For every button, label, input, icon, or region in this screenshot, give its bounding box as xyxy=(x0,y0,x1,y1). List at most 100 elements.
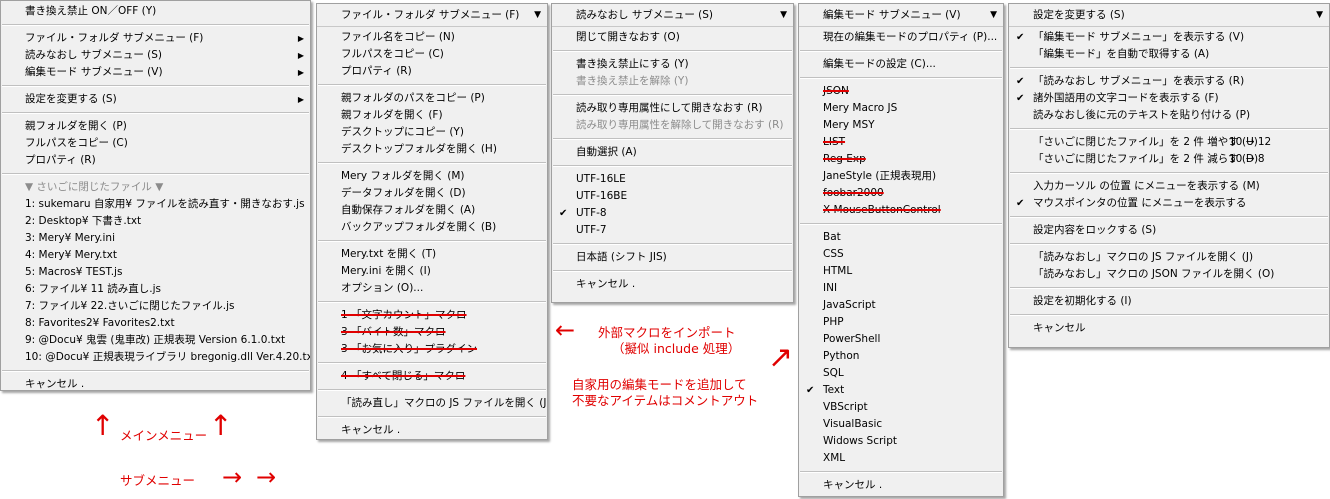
menu-item-main-menu-9[interactable]: フルパスをコピー (C) xyxy=(1,135,310,152)
menu-item-settings-menu-3[interactable]: ✔ 「読みなおし サブメニュー」を表示する (R) xyxy=(1009,73,1329,90)
menu-item-main-menu-4[interactable]: 編集モード サブメニュー (V) ▶ xyxy=(1,64,310,81)
menu-item-mode-menu-15[interactable]: HTML xyxy=(799,263,1003,280)
menu-item-label: 読み取り専用属性を解除して開きなおす (R) xyxy=(576,119,784,131)
menu-item-reload-menu-0[interactable]: 閉じて開きなおす (O) xyxy=(552,29,793,46)
menu-item-main-menu-18[interactable]: 6: ファイル¥ 11 読み直し.js xyxy=(1,281,310,298)
menu-item-mode-menu-16[interactable]: INI xyxy=(799,280,1003,297)
menu-item-settings-menu-0[interactable]: ✔ 「編集モード サブメニュー」を表示する (V) xyxy=(1009,29,1329,46)
menu-item-mode-menu-17[interactable]: JavaScript xyxy=(799,297,1003,314)
menu-item-settings-menu-15[interactable]: 「読みなおし」マクロの JS ファイルを開く (J) xyxy=(1009,249,1329,266)
menu-item-main-menu-13[interactable]: 1: sukemaru 自家用¥ ファイルを読み直す・開きなおす.js xyxy=(1,196,310,213)
menu-item-label: デスクトップフォルダを開く (H) xyxy=(341,143,497,155)
menu-separator xyxy=(318,389,546,391)
menu-item-file-menu-4[interactable]: 親フォルダのパスをコピー (P) xyxy=(317,90,547,107)
menu-item-reload-menu-17[interactable]: キャンセル . xyxy=(552,276,793,293)
menu-item-settings-menu-8[interactable]: 「さいごに閉じたファイル」を 2 件 減らす (D) 10 → 8 xyxy=(1009,151,1329,168)
menu-separator xyxy=(1010,67,1328,69)
menu-item-label: 「読みなおし」マクロの JS ファイルを開く (J) xyxy=(1033,251,1254,263)
menu-item-reload-menu-2[interactable]: 書き換え禁止にする (Y) xyxy=(552,56,793,73)
menu-item-main-menu-10[interactable]: プロパティ (R) xyxy=(1,152,310,169)
menu-item-settings-menu-1[interactable]: 「編集モード」を自動で取得する (A) xyxy=(1009,46,1329,63)
menu-item-file-menu-19[interactable]: 3 「バイト数」マクロ xyxy=(317,324,547,341)
menu-item-reload-menu-13[interactable]: UTF-7 xyxy=(552,222,793,239)
menu-item-settings-menu-18[interactable]: 設定を初期化する (I) xyxy=(1009,293,1329,310)
menu-item-file-menu-14[interactable]: Mery.txt を開く (T) xyxy=(317,246,547,263)
menu-item-main-menu-24[interactable]: キャンセル . xyxy=(1,376,310,393)
menu-item-mode-menu-7[interactable]: LIST xyxy=(799,134,1003,151)
menu-item-mode-menu-2[interactable]: 編集モードの設定 (C)... xyxy=(799,56,1003,73)
menu-item-settings-menu-13[interactable]: 設定内容をロックする (S) xyxy=(1009,222,1329,239)
file-folder-submenu-title[interactable]: ファイル・フォルダ サブメニュー (F) ▼ xyxy=(317,4,547,27)
menu-item-main-menu-22[interactable]: 10: @Docu¥ 正規表現ライブラリ bregonig.dll Ver.4.… xyxy=(1,349,310,366)
menu-item-mode-menu-19[interactable]: PowerShell xyxy=(799,331,1003,348)
menu-item-file-menu-11[interactable]: 自動保存フォルダを開く (A) xyxy=(317,202,547,219)
menu-item-file-menu-10[interactable]: データフォルダを開く (D) xyxy=(317,185,547,202)
menu-item-settings-menu-10[interactable]: 入力カーソル の位置 にメニューを表示する (M) xyxy=(1009,178,1329,195)
menu-item-settings-menu-11[interactable]: ✔ マウスポインタの位置 にメニューを表示する xyxy=(1009,195,1329,212)
reload-submenu-title[interactable]: 読みなおし サブメニュー (S) ▼ xyxy=(552,4,793,27)
menu-item-mode-menu-9[interactable]: JaneStyle (正規表現用) xyxy=(799,168,1003,185)
menu-item-settings-menu-20[interactable]: キャンセル xyxy=(1009,320,1329,337)
menu-item-file-menu-5[interactable]: 親フォルダを開く (F) xyxy=(317,107,547,124)
menu-item-mode-menu-21[interactable]: SQL xyxy=(799,365,1003,382)
menu-item-mode-menu-8[interactable]: Reg Exp xyxy=(799,151,1003,168)
menu-item-file-menu-18[interactable]: 1 「文字カウント」マクロ xyxy=(317,307,547,324)
menu-item-settings-menu-5[interactable]: 読みなおし後に元のテキストを貼り付ける (P) xyxy=(1009,107,1329,124)
settings-submenu-title[interactable]: 設定を変更する (S) ▼ xyxy=(1009,4,1329,27)
menu-item-mode-menu-5[interactable]: Mery Macro JS xyxy=(799,100,1003,117)
menu-item-main-menu-0[interactable]: 書き換え禁止 ON／OFF (Y) xyxy=(1,3,310,20)
menu-item-file-menu-6[interactable]: デスクトップにコピー (Y) xyxy=(317,124,547,141)
menu-item-mode-menu-6[interactable]: Mery MSY xyxy=(799,117,1003,134)
menu-item-main-menu-21[interactable]: 9: @Docu¥ 鬼雲 (鬼車改) 正規表現 Version 6.1.0.tx… xyxy=(1,332,310,349)
menu-item-mode-menu-25[interactable]: Widows Script xyxy=(799,433,1003,450)
menu-item-main-menu-16[interactable]: 4: Mery¥ Mery.txt xyxy=(1,247,310,264)
menu-item-label: 設定を変更する (S) xyxy=(25,93,117,105)
menu-item-file-menu-24[interactable]: 「読み直し」マクロの JS ファイルを開く (J) xyxy=(317,395,547,412)
menu-item-mode-menu-28[interactable]: キャンセル . xyxy=(799,477,1003,494)
menu-item-mode-menu-22[interactable]: ✔ Text xyxy=(799,382,1003,399)
menu-item-file-menu-7[interactable]: デスクトップフォルダを開く (H) xyxy=(317,141,547,158)
menu-item-reload-menu-12[interactable]: ✔ UTF-8 xyxy=(552,205,793,222)
menu-item-main-menu-20[interactable]: 8: Favorites2¥ Favorites2.txt xyxy=(1,315,310,332)
menu-item-mode-menu-24[interactable]: VisualBasic xyxy=(799,416,1003,433)
menu-item-main-menu-6[interactable]: 設定を変更する (S) ▶ xyxy=(1,91,310,108)
menu-item-main-menu-8[interactable]: 親フォルダを開く (P) xyxy=(1,118,310,135)
menu-item-main-menu-17[interactable]: 5: Macros¥ TEST.js xyxy=(1,264,310,281)
menu-item-mode-menu-11[interactable]: X MouseButtonControl xyxy=(799,202,1003,219)
menu-item-mode-menu-10[interactable]: foobar2000 xyxy=(799,185,1003,202)
menu-item-settings-menu-7[interactable]: 「さいごに閉じたファイル」を 2 件 増やす (U) 10 → 12 xyxy=(1009,134,1329,151)
menu-item-settings-menu-16[interactable]: 「読みなおし」マクロの JSON ファイルを開く (O) xyxy=(1009,266,1329,283)
menu-item-reload-menu-11[interactable]: UTF-16BE xyxy=(552,188,793,205)
menu-item-file-menu-0[interactable]: ファイル名をコピー (N) xyxy=(317,29,547,46)
menu-item-mode-menu-13[interactable]: Bat xyxy=(799,229,1003,246)
menu-item-reload-menu-15[interactable]: 日本語 (シフト JIS) xyxy=(552,249,793,266)
menu-item-mode-menu-23[interactable]: VBScript xyxy=(799,399,1003,416)
menu-item-file-menu-9[interactable]: Mery フォルダを開く (M) xyxy=(317,168,547,185)
menu-item-label: プロパティ (R) xyxy=(25,154,96,166)
menu-item-mode-menu-14[interactable]: CSS xyxy=(799,246,1003,263)
edit-mode-submenu-title[interactable]: 編集モード サブメニュー (V) ▼ xyxy=(799,4,1003,27)
menu-item-file-menu-12[interactable]: バックアップフォルダを開く (B) xyxy=(317,219,547,236)
main-menu: 書き換え禁止 ON／OFF (Y) ファイル・フォルダ サブメニュー (F) ▶ 読み… xyxy=(0,0,311,391)
menu-item-file-menu-2[interactable]: プロパティ (R) xyxy=(317,63,547,80)
menu-item-reload-menu-5[interactable]: 読み取り専用属性にして開きなおす (R) xyxy=(552,100,793,117)
menu-item-file-menu-20[interactable]: 3 「お気に入り」プラグイン xyxy=(317,341,547,358)
menu-item-settings-menu-4[interactable]: ✔ 諸外国語用の文字コードを表示する (F) xyxy=(1009,90,1329,107)
menu-item-reload-menu-10[interactable]: UTF-16LE xyxy=(552,171,793,188)
menu-item-mode-menu-26[interactable]: XML xyxy=(799,450,1003,467)
menu-item-main-menu-3[interactable]: 読みなおし サブメニュー (S) ▶ xyxy=(1,47,310,64)
menu-item-main-menu-14[interactable]: 2: Desktop¥ 下書き.txt xyxy=(1,213,310,230)
menu-item-reload-menu-8[interactable]: 自動選択 (A) xyxy=(552,144,793,161)
menu-item-main-menu-15[interactable]: 3: Mery¥ Mery.ini xyxy=(1,230,310,247)
menu-item-file-menu-22[interactable]: 4 「すべて閉じる」マクロ xyxy=(317,368,547,385)
menu-item-mode-menu-4[interactable]: JSON xyxy=(799,83,1003,100)
menu-item-main-menu-19[interactable]: 7: ファイル¥ 22.さいごに閉じたファイル.js xyxy=(1,298,310,315)
menu-item-main-menu-2[interactable]: ファイル・フォルダ サブメニュー (F) ▶ xyxy=(1,30,310,47)
menu-item-file-menu-15[interactable]: Mery.ini を開く (I) xyxy=(317,263,547,280)
menu-item-mode-menu-18[interactable]: PHP xyxy=(799,314,1003,331)
menu-item-mode-menu-20[interactable]: Python xyxy=(799,348,1003,365)
menu-item-file-menu-26[interactable]: キャンセル . xyxy=(317,422,547,439)
menu-item-file-menu-16[interactable]: オプション (O)... xyxy=(317,280,547,297)
menu-item-mode-menu-0[interactable]: 現在の編集モードのプロパティ (P)... xyxy=(799,29,1003,46)
menu-item-file-menu-1[interactable]: フルパスをコピー (C) xyxy=(317,46,547,63)
